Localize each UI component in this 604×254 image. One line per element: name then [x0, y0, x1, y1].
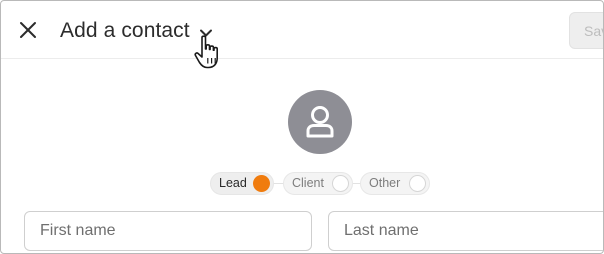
- first-name-field[interactable]: [24, 211, 312, 251]
- toggle-connector: [274, 183, 283, 184]
- close-icon[interactable]: [15, 17, 41, 43]
- first-name-input[interactable]: [40, 212, 280, 250]
- toggle-knob-on: [253, 175, 270, 192]
- dialog-header: Add a contact Save: [1, 1, 603, 59]
- other-label: Other: [369, 176, 401, 190]
- add-contact-dialog: Add a contact Save Lead Client Other: [0, 0, 604, 254]
- last-name-field[interactable]: [328, 211, 603, 251]
- toggle-knob-off: [332, 175, 349, 192]
- contact-type-client-toggle[interactable]: Client: [283, 172, 353, 195]
- save-button[interactable]: Save: [569, 12, 603, 49]
- lead-label: Lead: [219, 176, 247, 190]
- dialog-title: Add a contact: [60, 19, 190, 42]
- contact-type-other-toggle[interactable]: Other: [360, 172, 430, 195]
- title-dropdown[interactable]: Add a contact: [60, 17, 213, 45]
- toggle-connector: [353, 183, 360, 184]
- last-name-input[interactable]: [344, 212, 584, 250]
- client-label: Client: [292, 176, 324, 190]
- contact-avatar[interactable]: [288, 90, 352, 154]
- chevron-down-icon: [199, 29, 212, 36]
- toggle-knob-off: [409, 175, 426, 192]
- contact-type-lead-toggle[interactable]: Lead: [210, 172, 274, 195]
- person-icon: [306, 106, 334, 138]
